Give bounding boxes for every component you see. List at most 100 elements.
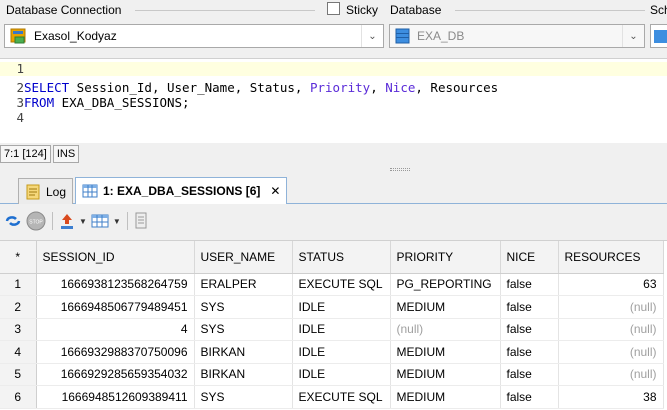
sql-editor[interactable]: 1 2SELECT Session_Id, User_Name, Status, … (0, 58, 667, 143)
table-icon (82, 184, 98, 198)
sticky-checkbox[interactable] (327, 2, 340, 15)
table-row[interactable]: 5 1666929285659354032 BIRKAN IDLE MEDIUM fals… (0, 363, 664, 386)
editor-line[interactable]: 2SELECT Session_Id, User_Name, Status, P… (0, 81, 667, 95)
code-token: Session_Id, User_Name, Status, (69, 80, 310, 95)
cell-priority[interactable]: MEDIUM (390, 295, 501, 319)
column-header-session-id[interactable]: SESSION_ID (36, 241, 195, 274)
schema-icon (654, 30, 667, 43)
row-number[interactable]: 4 (0, 340, 37, 364)
table-row[interactable]: 2 1666948506779489451 SYS IDLE MEDIUM false (n… (0, 295, 664, 319)
schema-select[interactable] (650, 24, 667, 48)
editor-line[interactable]: 3FROM EXA_DBA_SESSIONS; (0, 96, 667, 110)
cell-nice[interactable]: false (500, 363, 559, 386)
cell-priority[interactable]: MEDIUM (390, 363, 501, 386)
line-number: 4 (16, 110, 24, 125)
grid-view-icon[interactable] (91, 213, 109, 229)
cell-user-name[interactable]: BIRKAN (194, 340, 293, 364)
cell-resources[interactable]: (null) (558, 295, 664, 319)
cell-session-id[interactable]: 4 (36, 318, 195, 341)
sticky-label: Sticky (344, 3, 381, 17)
editor-status-bar: 7:1 [124] INS (0, 145, 80, 165)
tab-exa-dba-sessions[interactable]: 1: EXA_DBA_SESSIONS [6] ✕ (75, 177, 288, 204)
line-number: 3 (16, 95, 24, 110)
cell-status[interactable]: IDLE (292, 318, 391, 341)
log-icon (26, 184, 40, 199)
cell-nice[interactable]: false (500, 340, 559, 364)
cell-session-id[interactable]: 1666948512609389411 (36, 385, 195, 409)
row-number[interactable]: 1 (0, 273, 37, 296)
result-grid[interactable]: * SESSION_ID USER_NAME STATUS PRIORITY N… (0, 240, 667, 410)
cell-session-id[interactable]: 1666948506779489451 (36, 295, 195, 319)
database-icon (395, 28, 410, 44)
refresh-icon[interactable] (4, 213, 22, 229)
splitter-grip[interactable] (390, 168, 410, 171)
cell-session-id[interactable]: 1666929285659354032 (36, 363, 195, 386)
column-header-status[interactable]: STATUS (292, 241, 391, 274)
chevron-down-icon[interactable]: ⌄ (622, 25, 644, 47)
result-rows: 1 1666938123568264759 ERALPER EXECUTE SQL PG… (0, 273, 664, 409)
database-select[interactable]: EXA_DB ⌄ (389, 24, 645, 48)
svg-text:STOP: STOP (29, 220, 43, 226)
cell-user-name[interactable]: SYS (194, 385, 293, 409)
cell-priority[interactable]: (null) (390, 318, 501, 341)
cursor-position: 7:1 [124] (0, 145, 51, 163)
tab-log-label: Log (46, 184, 67, 199)
schema-label: Sch (648, 3, 667, 17)
cell-status[interactable]: IDLE (292, 295, 391, 319)
code-token: Nice (385, 80, 416, 95)
export-dropdown-icon[interactable]: ▼ (79, 217, 87, 226)
cell-resources[interactable]: (null) (558, 318, 664, 341)
cell-priority[interactable]: PG_REPORTING (390, 273, 501, 296)
row-number[interactable]: 5 (0, 363, 37, 386)
cell-status[interactable]: IDLE (292, 363, 391, 386)
table-row[interactable]: 6 1666948512609389411 SYS EXECUTE SQL MEDIUM… (0, 385, 664, 409)
code-token: EXA_DBA_SESSIONS; (54, 95, 190, 110)
table-row[interactable]: 3 4 SYS IDLE (null) false (null) (0, 318, 664, 341)
connection-header: Database Connection Sticky Database Sch (0, 0, 667, 20)
stop-icon[interactable]: STOP (26, 211, 46, 231)
cell-priority[interactable]: MEDIUM (390, 340, 501, 364)
table-row[interactable]: 4 1666932988370750096 BIRKAN IDLE MEDIUM fals… (0, 340, 664, 364)
editor-line[interactable]: 1 (0, 62, 667, 76)
column-header-user-name[interactable]: USER_NAME (194, 241, 293, 274)
record-view-icon[interactable] (134, 212, 148, 230)
cell-session-id[interactable]: 1666932988370750096 (36, 340, 195, 364)
tab-sessions-label: 1: EXA_DBA_SESSIONS [6] (103, 184, 261, 198)
cell-status[interactable]: IDLE (292, 340, 391, 364)
connection-value: Exasol_Kodyaz (34, 29, 117, 43)
cell-resources[interactable]: 38 (558, 385, 664, 409)
cell-status[interactable]: EXECUTE SQL (292, 385, 391, 409)
editor-line[interactable]: 4 (0, 111, 667, 125)
column-header-priority[interactable]: PRIORITY (390, 241, 501, 274)
cell-priority[interactable]: MEDIUM (390, 385, 501, 409)
row-number-header[interactable]: * (0, 241, 37, 274)
cell-user-name[interactable]: SYS (194, 295, 293, 319)
cell-nice[interactable]: false (500, 295, 559, 319)
cell-nice[interactable]: false (500, 273, 559, 296)
cell-user-name[interactable]: BIRKAN (194, 363, 293, 386)
cell-user-name[interactable]: SYS (194, 318, 293, 341)
cell-nice[interactable]: false (500, 318, 559, 341)
tab-log[interactable]: Log (18, 178, 74, 204)
chevron-down-icon[interactable]: ⌄ (361, 25, 383, 47)
grid-view-dropdown-icon[interactable]: ▼ (113, 217, 121, 226)
cell-user-name[interactable]: ERALPER (194, 273, 293, 296)
export-icon[interactable] (59, 212, 75, 230)
row-number[interactable]: 3 (0, 318, 37, 341)
row-number[interactable]: 2 (0, 295, 37, 319)
table-row[interactable]: 1 1666938123568264759 ERALPER EXECUTE SQL PG… (0, 273, 664, 296)
cell-resources[interactable]: (null) (558, 340, 664, 364)
connection-select[interactable]: Exasol_Kodyaz ⌄ (4, 24, 384, 48)
column-header-nice[interactable]: NICE (500, 241, 559, 274)
code-token: SELECT (24, 80, 70, 95)
cell-session-id[interactable]: 1666938123568264759 (36, 273, 195, 296)
column-header-resources[interactable]: RESOURCES (558, 241, 664, 274)
close-icon[interactable]: ✕ (270, 184, 280, 198)
cell-resources[interactable]: 63 (558, 273, 664, 296)
separator (455, 10, 645, 11)
cell-status[interactable]: EXECUTE SQL (292, 273, 391, 296)
cell-resources[interactable]: (null) (558, 363, 664, 386)
row-number[interactable]: 6 (0, 385, 37, 409)
cell-nice[interactable]: false (500, 385, 559, 409)
result-toolbar: STOP ▼ ▼ (0, 208, 667, 234)
